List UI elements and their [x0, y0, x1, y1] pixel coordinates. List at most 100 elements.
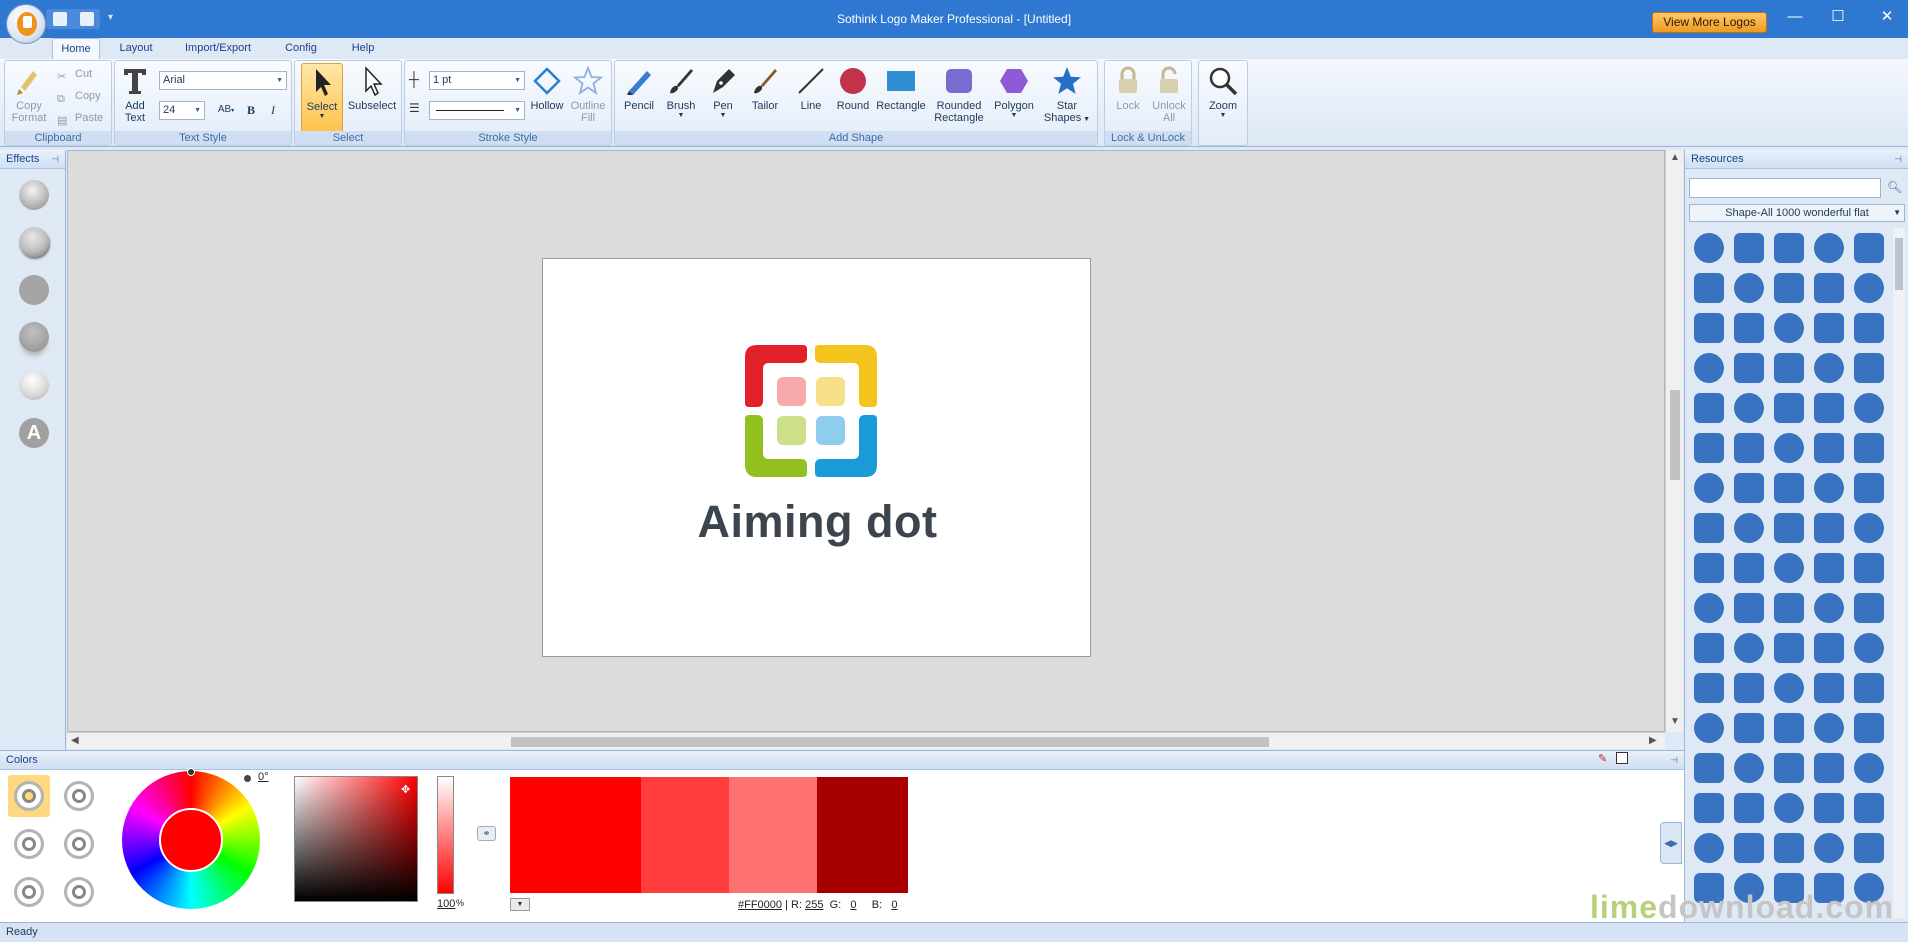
resource-item[interactable]	[1769, 748, 1809, 788]
resource-item[interactable]	[1769, 548, 1809, 588]
angle-value[interactable]: 0°	[258, 771, 269, 783]
char-spacing-button[interactable]: AB▾	[213, 101, 239, 119]
effect-light-icon[interactable]	[19, 370, 49, 400]
resource-item[interactable]	[1849, 388, 1889, 428]
resource-item[interactable]	[1849, 588, 1889, 628]
r-value[interactable]: 255	[805, 899, 823, 911]
resource-item[interactable]	[1689, 388, 1729, 428]
brush-tool-button[interactable]: Brush ▼	[661, 63, 701, 133]
hollow-button[interactable]: Hollow	[527, 63, 567, 133]
solid-fill-mode[interactable]	[8, 775, 50, 817]
rectangle-tool-button[interactable]: Rectangle	[875, 63, 927, 133]
logo-text[interactable]: Aiming dot	[543, 496, 1092, 548]
resource-item[interactable]	[1729, 348, 1769, 388]
linear-fill-mode[interactable]	[58, 775, 100, 817]
paste-button[interactable]: ▤ Paste	[57, 109, 103, 127]
resource-item[interactable]	[1809, 268, 1849, 308]
alpha-value[interactable]: 100	[437, 898, 455, 910]
resource-item[interactable]	[1689, 788, 1729, 828]
link-icon[interactable]: ⚭	[477, 826, 496, 841]
effect-bevel-icon[interactable]	[19, 227, 49, 257]
angle-handle[interactable]	[244, 775, 251, 782]
resource-item[interactable]	[1689, 708, 1729, 748]
tab-layout[interactable]: Layout	[112, 38, 160, 59]
effect-shadow-icon[interactable]	[19, 322, 49, 352]
resource-item[interactable]	[1809, 308, 1849, 348]
swatch-dropdown-button[interactable]: ▼	[510, 898, 530, 911]
resource-item[interactable]	[1689, 308, 1729, 348]
logo-pale-blue-dot[interactable]	[816, 416, 845, 445]
alpha-slider[interactable]	[437, 776, 454, 894]
pin-icon[interactable]: ⊣	[51, 150, 59, 169]
search-icon[interactable]: 🔍︎	[1887, 180, 1903, 196]
resources-scrollbar[interactable]	[1893, 228, 1905, 918]
b-value[interactable]: 0	[891, 899, 897, 911]
resource-item[interactable]	[1729, 308, 1769, 348]
resource-item[interactable]	[1689, 668, 1729, 708]
resource-item[interactable]	[1689, 588, 1729, 628]
expand-panel-icon[interactable]: ◀▶	[1660, 822, 1682, 864]
horizontal-scroll-thumb[interactable]	[511, 737, 1269, 747]
resource-item[interactable]	[1809, 668, 1849, 708]
unlock-all-button[interactable]: Unlock All	[1149, 63, 1189, 133]
resource-item[interactable]	[1729, 468, 1769, 508]
resource-item[interactable]	[1689, 828, 1729, 868]
resource-item[interactable]	[1849, 268, 1889, 308]
resource-item[interactable]	[1769, 828, 1809, 868]
effect-flat-icon[interactable]	[19, 275, 49, 305]
bold-button[interactable]: B	[241, 101, 261, 119]
font-size-select[interactable]: 24 ▼	[159, 101, 205, 120]
effect-glossy-icon[interactable]	[19, 180, 49, 210]
pencil-tool-button[interactable]: Pencil	[619, 63, 659, 133]
tab-help[interactable]: Help	[342, 38, 384, 59]
resource-item[interactable]	[1809, 708, 1849, 748]
resource-item[interactable]	[1769, 348, 1809, 388]
resource-item[interactable]	[1769, 468, 1809, 508]
resource-item[interactable]	[1809, 428, 1849, 468]
resource-item[interactable]	[1729, 668, 1769, 708]
close-button[interactable]: ✕	[1872, 8, 1902, 28]
tailor-tool-button[interactable]: Tailor	[745, 63, 785, 133]
logo-pale-green-dot[interactable]	[777, 416, 806, 445]
logo-mark[interactable]	[745, 345, 877, 477]
scroll-right-icon[interactable]: ▶	[1649, 735, 1657, 746]
vertical-scroll-thumb[interactable]	[1670, 390, 1680, 480]
resource-item[interactable]	[1769, 428, 1809, 468]
resource-item[interactable]	[1809, 628, 1849, 668]
resource-item[interactable]	[1769, 508, 1809, 548]
resource-item[interactable]	[1689, 228, 1729, 268]
resource-item[interactable]	[1809, 388, 1849, 428]
resource-item[interactable]	[1729, 508, 1769, 548]
font-family-select[interactable]: Arial ▼	[159, 71, 287, 90]
saturation-value-picker[interactable]: ✥	[294, 776, 418, 902]
resource-item[interactable]	[1729, 268, 1769, 308]
resource-item[interactable]	[1729, 388, 1769, 428]
resource-item[interactable]	[1849, 348, 1889, 388]
resource-item[interactable]	[1809, 508, 1849, 548]
resource-search-input[interactable]	[1689, 178, 1881, 198]
stroke-width-select[interactable]: 1 pt ▼	[429, 71, 525, 90]
resource-item[interactable]	[1729, 828, 1769, 868]
eyedropper-icon[interactable]: ✎	[1598, 752, 1607, 765]
copy-button[interactable]: ⧉ Copy	[57, 87, 101, 105]
tab-home[interactable]: Home	[52, 38, 100, 59]
resource-item[interactable]	[1769, 388, 1809, 428]
hue-knob[interactable]	[187, 768, 195, 776]
line-tool-button[interactable]: Line	[791, 63, 831, 133]
maximize-button[interactable]: ☐	[1823, 8, 1853, 28]
pattern-fill-mode[interactable]	[58, 871, 100, 913]
star-shapes-tool-button[interactable]: Star Shapes ▼	[1041, 63, 1093, 133]
resource-item[interactable]	[1769, 668, 1809, 708]
pen-tool-button[interactable]: Pen ▼	[703, 63, 743, 133]
select-tool-button[interactable]: Select ▼	[301, 63, 343, 133]
resource-item[interactable]	[1729, 708, 1769, 748]
resource-item[interactable]	[1809, 588, 1849, 628]
resource-item[interactable]	[1809, 228, 1849, 268]
resources-scroll-thumb[interactable]	[1895, 238, 1903, 290]
scroll-down-icon[interactable]: ▼	[1670, 716, 1680, 727]
logo-pale-yellow-dot[interactable]	[816, 377, 845, 406]
swatch-4[interactable]	[817, 777, 908, 893]
resource-item[interactable]	[1849, 508, 1889, 548]
g-value[interactable]: 0	[850, 899, 856, 911]
resource-item[interactable]	[1849, 228, 1889, 268]
